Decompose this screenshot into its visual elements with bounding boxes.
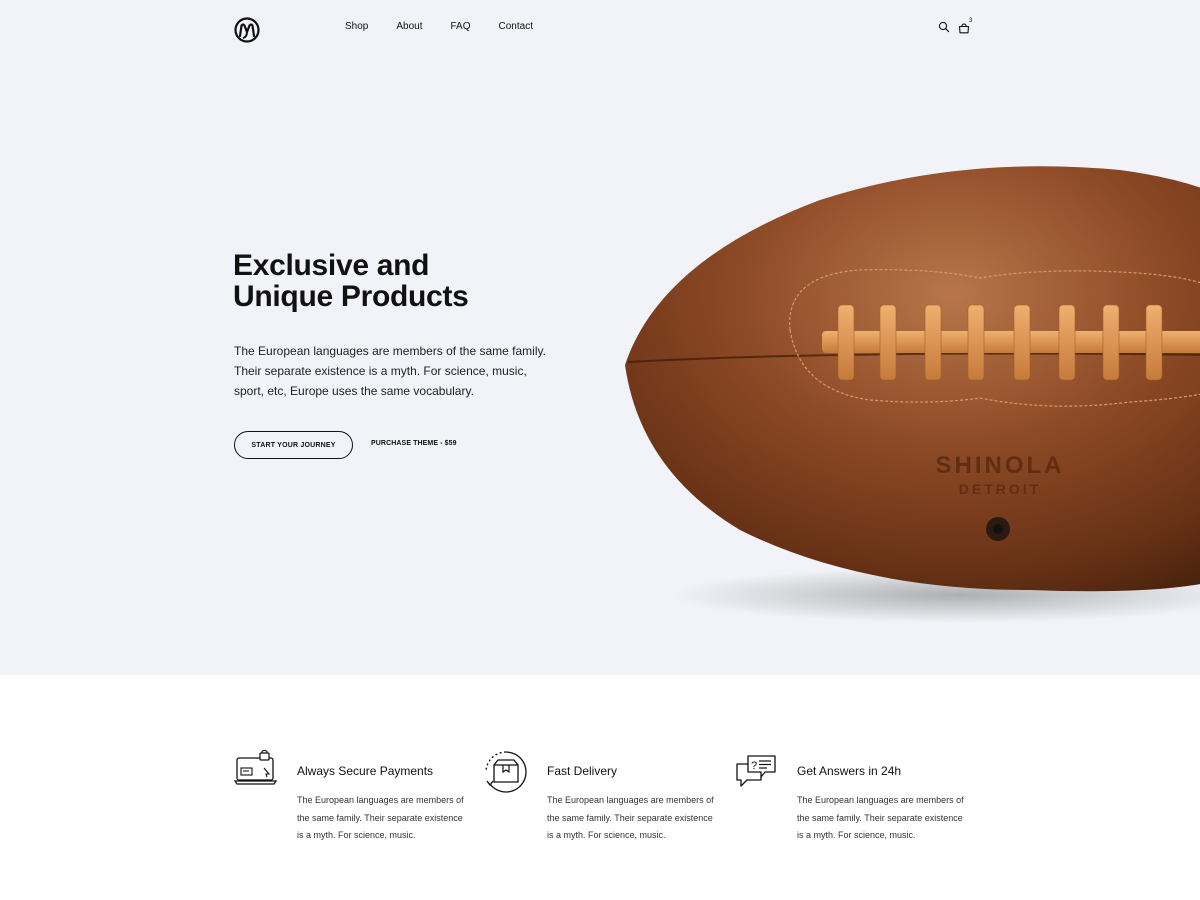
hero-description: The European languages are members of th… [234, 344, 546, 398]
feature-title: Fast Delivery [547, 764, 618, 778]
brand-stamp-sub: DETROIT [959, 481, 1041, 497]
cart-button[interactable]: 3 [958, 18, 973, 39]
start-journey-button[interactable]: START YOUR JOURNEY [234, 431, 353, 459]
hero-title-line1: Exclusive and [233, 249, 430, 282]
feature-text: The European languages are members of th… [797, 795, 964, 840]
main-nav: Shop About FAQ Contact [345, 21, 533, 32]
feature-title: Always Secure Payments [297, 764, 434, 778]
nav-faq[interactable]: FAQ [451, 21, 471, 32]
football-product-image: SHINOLA DETROIT [625, 166, 1200, 623]
hero-section: Shop About FAQ Contact 3 Exclusive and U… [0, 0, 1200, 675]
brand-stamp: SHINOLA [936, 452, 1065, 479]
feature-secure-payments: Always Secure Payments The European lang… [234, 750, 474, 850]
secure-payment-icon [234, 750, 278, 785]
monogram-logo[interactable] [234, 17, 260, 43]
features-section: Always Secure Payments The European lang… [0, 675, 1200, 900]
feature-get-answers: ? Get Answers in 24h The European langua… [734, 750, 974, 850]
feature-fast-delivery: Fast Delivery The European languages are… [484, 750, 724, 850]
cart-count-badge: 3 [969, 18, 973, 24]
svg-text:?: ? [751, 760, 757, 772]
feature-title: Get Answers in 24h [797, 764, 902, 778]
header-actions: 3 [938, 18, 973, 39]
feature-text: The European languages are members of th… [297, 795, 464, 840]
hero-title-line2: Unique Products [233, 280, 469, 313]
feature-text: The European languages are members of th… [547, 795, 714, 840]
hero-title: Exclusive and Unique Products [233, 250, 553, 312]
nav-shop[interactable]: Shop [345, 21, 368, 32]
nav-about[interactable]: About [396, 21, 422, 32]
search-icon[interactable] [938, 21, 950, 33]
delivery-box-icon [485, 751, 527, 793]
purchase-theme-link[interactable]: PURCHASE THEME - $59 [371, 440, 457, 447]
chat-question-icon: ? [736, 755, 776, 787]
nav-contact[interactable]: Contact [499, 21, 533, 32]
